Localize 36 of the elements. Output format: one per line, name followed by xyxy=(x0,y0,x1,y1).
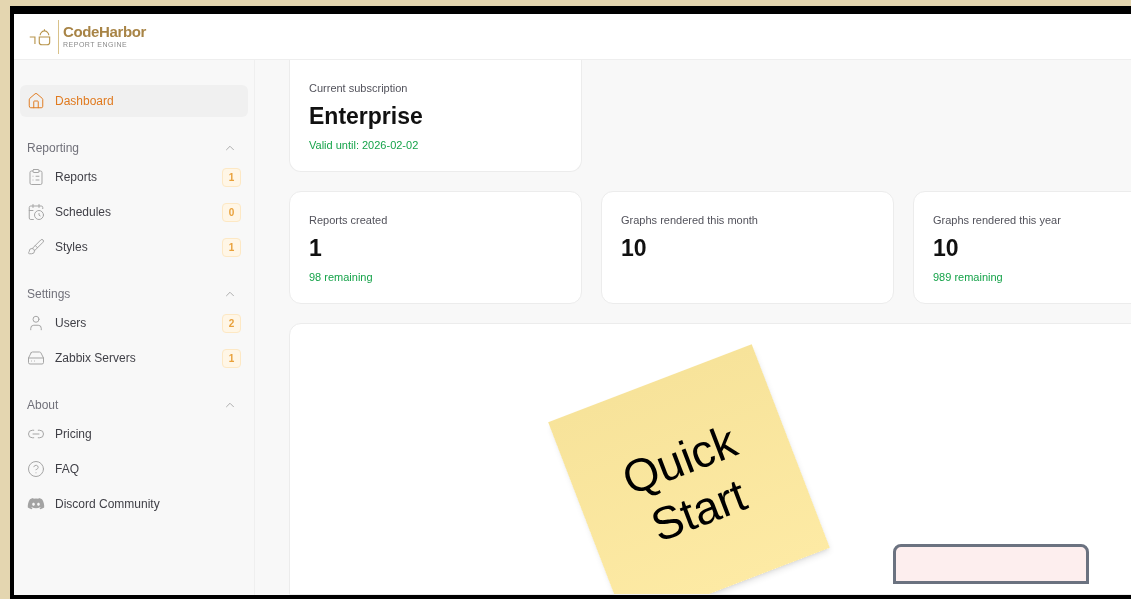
stat-value: 10 xyxy=(933,233,960,263)
clipboard-icon xyxy=(27,168,45,186)
home-icon xyxy=(27,92,45,110)
sidebar-item[interactable]: Users 2 xyxy=(20,307,248,339)
remaining-text: 989 remaining xyxy=(933,269,1004,285)
valid-until-text: Valid until: 2026-02-02 xyxy=(309,137,420,153)
remaining-text: 98 remaining xyxy=(309,269,374,285)
section-heading: Settings xyxy=(27,286,71,303)
sticky-note-text: Quick Start xyxy=(614,413,755,554)
stat-value: 10 xyxy=(621,233,648,263)
sidebar-item[interactable]: Zabbix Servers 1 xyxy=(20,342,248,374)
user-icon xyxy=(27,314,45,332)
sidebar-item[interactable]: FAQ xyxy=(20,453,248,485)
calendar-clock-icon xyxy=(27,203,45,221)
drive-icon xyxy=(27,349,45,367)
sidebar-item[interactable]: Schedules 0 xyxy=(20,196,248,228)
count-badge: 1 xyxy=(222,237,241,257)
count-badge: 1 xyxy=(222,348,241,368)
sidebar-item[interactable]: Reports 1 xyxy=(20,161,248,193)
count-badge: 2 xyxy=(222,313,241,333)
stat-label: Graphs rendered this year xyxy=(933,213,1062,228)
sidebar-item[interactable]: Pricing xyxy=(20,418,248,450)
count-badge: 0 xyxy=(222,202,241,222)
stat-label: Graphs rendered this month xyxy=(621,213,759,228)
plan-name: Enterprise xyxy=(309,101,424,131)
sidebar-item[interactable]: Discord Community xyxy=(20,488,248,520)
subscription-label: Current subscription xyxy=(309,81,409,96)
logo-wordmark: CodeHarbor xyxy=(63,24,146,40)
stat-label: Reports created xyxy=(309,213,389,228)
help-icon xyxy=(27,460,45,478)
section-heading: About xyxy=(27,397,59,414)
stat-value: 1 xyxy=(309,233,323,263)
section-heading: Reporting xyxy=(27,140,80,157)
brush-icon xyxy=(27,238,45,256)
count-badge: 1 xyxy=(222,167,241,187)
sidebar-item[interactable]: Styles 1 xyxy=(20,231,248,263)
